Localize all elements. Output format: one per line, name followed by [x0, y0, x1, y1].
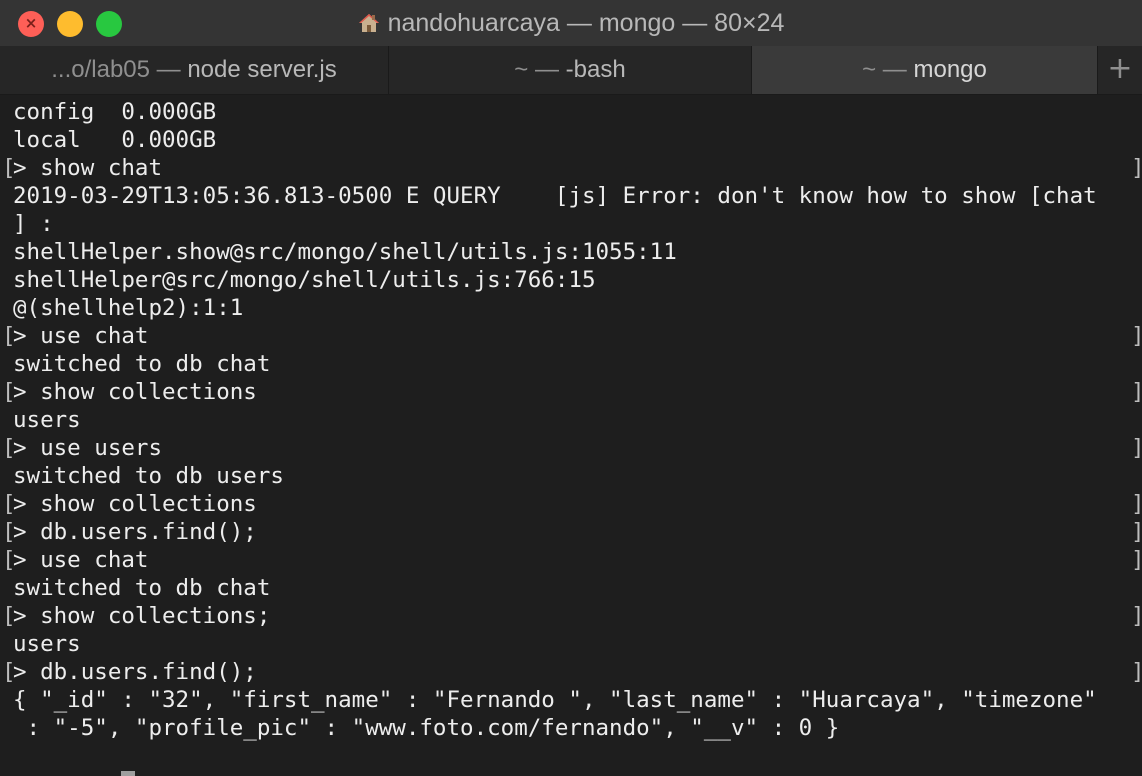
mark-bracket-left: [: [2, 603, 16, 629]
mark-bracket-left: [: [2, 435, 16, 461]
mark-bracket-left: [: [2, 547, 16, 573]
mark-bracket-right: ]: [1131, 518, 1142, 546]
plus-icon: +: [1107, 51, 1133, 86]
title-bar[interactable]: × nandohuarcaya — mongo — 80×24: [0, 0, 1142, 47]
home-folder-icon: [358, 3, 380, 49]
output-line: switched to db chat: [13, 351, 271, 377]
mark-bracket-left: [: [2, 491, 16, 517]
tab-process: node server.js: [187, 56, 337, 83]
output-line: 2019-03-29T13:05:36.813-0500 E QUERY [js…: [13, 183, 1097, 209]
mark-bracket-left: [: [2, 659, 16, 685]
tab-process: -bash: [565, 56, 626, 83]
tab-bash[interactable]: ~ — -bash: [389, 46, 752, 94]
output-line: switched to db chat: [13, 575, 271, 601]
tab-node-server[interactable]: ...o/lab05 — node server.js: [0, 46, 389, 94]
output-line: shellHelper.show@src/mongo/shell/utils.j…: [13, 239, 677, 265]
mark-bracket-right: ]: [1131, 546, 1142, 574]
command-line: > db.users.find();: [13, 659, 257, 685]
command-line: > show collections: [13, 379, 257, 405]
tab-mongo[interactable]: ~ — mongo: [752, 46, 1098, 94]
output-line: config 0.000GB: [13, 99, 217, 125]
mark-bracket-right: ]: [1131, 602, 1142, 630]
mark-bracket-left: [: [2, 155, 16, 181]
mark-bracket-right: ]: [1131, 490, 1142, 518]
terminal-output[interactable]: > config 0.000GBlocal 0.000GB> show chat…: [0, 95, 1142, 776]
output-line: ] :: [13, 211, 54, 237]
command-line: > db.users.find();: [13, 519, 257, 545]
mark-bracket-right: ]: [1131, 434, 1142, 462]
prompt-symbol: >: [94, 771, 108, 776]
tab-path: ~ —: [862, 56, 914, 83]
current-prompt-line[interactable]: >: [13, 742, 136, 776]
tab-path: ~ —: [514, 56, 566, 83]
tab-path: ...o/lab05 —: [51, 56, 188, 83]
mark-bracket-right: ]: [1131, 322, 1142, 350]
output-line: local 0.000GB: [13, 127, 217, 153]
mark-bracket-left: [: [2, 379, 16, 405]
command-line: > use users: [13, 435, 163, 461]
mark-bracket-left: [: [2, 323, 16, 349]
terminal-window: × nandohuarcaya — mongo — 80×24 ...o/lab…: [0, 0, 1142, 776]
mark-bracket-right: ]: [1131, 658, 1142, 686]
command-line: > use chat: [13, 323, 149, 349]
command-line: > show collections: [13, 491, 257, 517]
mark-bracket-right: ]: [1131, 154, 1142, 182]
command-line: > show collections;: [13, 603, 271, 629]
window-title-text: nandohuarcaya — mongo — 80×24: [387, 9, 785, 37]
mark-bracket-left: [: [2, 519, 16, 545]
command-line: > show chat: [13, 155, 163, 181]
tab-bar: ...o/lab05 — node server.js ~ — -bash ~ …: [0, 46, 1142, 95]
tab-process: mongo: [913, 56, 987, 83]
new-tab-button[interactable]: +: [1098, 46, 1142, 94]
window-title: nandohuarcaya — mongo — 80×24: [0, 0, 1142, 46]
output-line: shellHelper@src/mongo/shell/utils.js:766…: [13, 267, 596, 293]
output-line: @(shellhelp2):1:1: [13, 295, 244, 321]
output-line: { "_id" : "32", "first_name" : "Fernando…: [13, 687, 1097, 713]
command-line: > use chat: [13, 547, 149, 573]
output-line: : "-5", "profile_pic" : "www.foto.com/fe…: [13, 715, 840, 741]
mark-bracket-right: ]: [1131, 378, 1142, 406]
output-line: switched to db users: [13, 463, 284, 489]
output-line: users: [13, 407, 81, 433]
text-cursor: [121, 771, 136, 776]
output-line: users: [13, 631, 81, 657]
